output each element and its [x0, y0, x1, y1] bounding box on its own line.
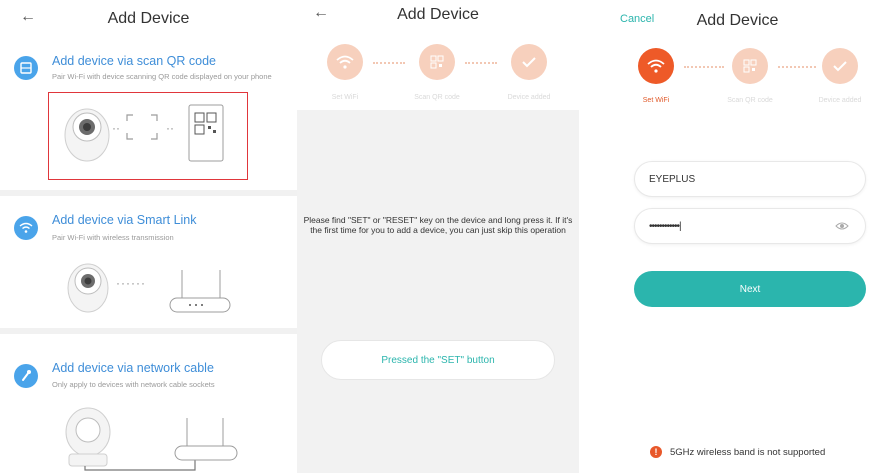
- next-button[interactable]: Next: [634, 271, 866, 307]
- warning-message: ! 5GHz wireless band is not supported: [650, 446, 825, 458]
- step-label: Scan QR code: [727, 97, 773, 104]
- camera-to-router-illustration: [67, 263, 231, 313]
- page-title: Add Device: [397, 6, 479, 23]
- step-label: Set WiFi: [642, 97, 670, 104]
- qr-illustration-highlight: ·· ··: [48, 92, 248, 180]
- step-label: Device added: [818, 97, 862, 104]
- screen-wifi-credentials: Cancel Add Device Set WiFi Scan QR code …: [594, 0, 881, 473]
- option-title[interactable]: Add device via network cable: [52, 361, 214, 375]
- progress-steps: Set WiFi Scan QR code Device added: [297, 30, 579, 110]
- page-title: Add Device: [696, 12, 779, 29]
- option-subtitle: Pair Wi-Fi with wireless transmission: [52, 233, 174, 242]
- option-title[interactable]: Add device via scan QR code: [52, 54, 216, 68]
- step-label: Set WiFi: [331, 94, 359, 101]
- progress-steps: Set WiFi Scan QR code Device added: [594, 40, 881, 110]
- eye-icon[interactable]: [835, 221, 849, 231]
- step-label: Scan QR code: [414, 94, 460, 101]
- step-connector: [373, 62, 405, 64]
- screen-gap: [579, 0, 594, 473]
- step-connector: [465, 62, 497, 64]
- option-smart-link[interactable]: Add device via Smart Link Pair Wi-Fi wit…: [0, 196, 297, 328]
- warning-icon: !: [650, 446, 662, 458]
- connection-dots: ······: [116, 276, 146, 290]
- step-check-icon: [822, 48, 858, 84]
- option-title[interactable]: Add device via Smart Link: [52, 213, 197, 227]
- wifi-ssid-field[interactable]: EYEPLUS: [634, 161, 866, 197]
- wifi-icon: [14, 216, 38, 240]
- camera-to-qr-illustration: [64, 104, 224, 162]
- header: ← Add Device: [0, 0, 297, 40]
- camera-cable-router-illustration: [65, 407, 238, 471]
- option-network-cable[interactable]: Add device via network cable Only apply …: [0, 334, 297, 473]
- step-check-icon: [511, 44, 547, 80]
- connection-dots: ··: [112, 121, 120, 135]
- cable-icon: [14, 364, 38, 388]
- step-qr-icon: [419, 44, 455, 80]
- screen-add-device-methods: ← Add Device Add device via scan QR code…: [0, 0, 297, 473]
- set-key-instructions: Please find "SET" or "RESET" key on the …: [303, 215, 573, 235]
- page-title: Add Device: [107, 10, 190, 27]
- step-connector: [684, 66, 724, 68]
- option-subtitle: Only apply to devices with network cable…: [52, 380, 215, 389]
- password-value: ••••••••••••|: [649, 220, 682, 232]
- warning-text: 5GHz wireless band is not supported: [670, 446, 826, 458]
- option-subtitle: Pair Wi-Fi with device scanning QR code …: [52, 72, 272, 81]
- step-wifi-icon: [638, 48, 674, 84]
- step-label: Device added: [507, 94, 551, 101]
- ssid-value: EYEPLUS: [649, 173, 696, 185]
- header: Cancel Add Device: [594, 0, 881, 40]
- pressed-set-button[interactable]: Pressed the "SET" button: [321, 340, 555, 380]
- wifi-password-field[interactable]: ••••••••••••|: [634, 208, 866, 244]
- connection-dots: ··: [166, 121, 174, 135]
- step-wifi-icon: [327, 44, 363, 80]
- qr-scan-icon: [14, 56, 38, 80]
- step-qr-icon: [732, 48, 768, 84]
- screen-set-button: ← Add Device Set WiFi Scan QR code Devic…: [297, 0, 579, 473]
- step-connector: [778, 66, 816, 68]
